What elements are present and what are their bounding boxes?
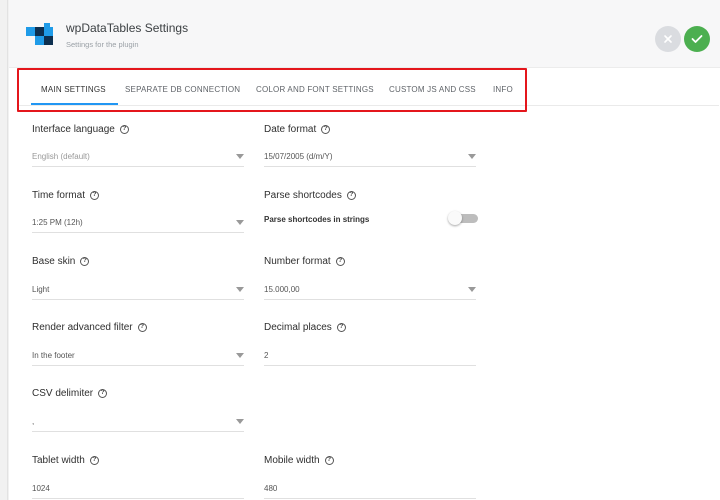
wpdatatables-logo-icon [26, 23, 60, 49]
help-icon[interactable]: ? [335, 257, 345, 266]
decimal-places-label: Decimal places? [264, 322, 346, 333]
tab-custom-js-and-css[interactable]: CUSTOM JS AND CSS [389, 70, 476, 106]
chevron-down-icon [468, 287, 476, 292]
base-skin-select[interactable]: Light [32, 280, 244, 300]
mobile-width-input[interactable]: 480 [264, 479, 476, 499]
help-icon[interactable]: ? [321, 125, 331, 134]
parse-shortcodes-toggle-label: Parse shortcodes in strings [264, 215, 370, 224]
help-icon[interactable]: ? [137, 323, 147, 332]
parse-shortcodes-toggle[interactable] [448, 211, 478, 225]
time-format-select[interactable]: 1:25 PM (12h) [32, 213, 244, 233]
help-icon[interactable]: ? [119, 125, 129, 134]
render-advanced-filter-select[interactable]: In the footer [32, 346, 244, 366]
settings-tabs: MAIN SETTINGS SEPARATE DB CONNECTION COL… [19, 70, 719, 106]
mobile-width-label: Mobile width? [264, 455, 334, 466]
tab-info[interactable]: INFO [493, 70, 513, 106]
help-icon[interactable]: ? [346, 191, 356, 200]
settings-header: wpDataTables Settings Settings for the p… [9, 0, 720, 68]
page-subtitle: Settings for the plugin [66, 40, 139, 49]
help-icon[interactable]: ? [98, 389, 108, 398]
chevron-down-icon [468, 154, 476, 159]
toggle-knob [448, 211, 462, 225]
parse-shortcodes-label: Parse shortcodes? [264, 190, 356, 201]
decimal-places-input[interactable]: 2 [264, 346, 476, 366]
tab-color-and-font-settings[interactable]: COLOR AND FONT SETTINGS [256, 70, 374, 106]
date-format-select[interactable]: 15/07/2005 (d/m/Y) [264, 147, 476, 167]
date-format-label: Date format? [264, 124, 331, 135]
base-skin-label: Base skin? [32, 256, 90, 267]
cancel-button[interactable] [655, 26, 681, 52]
help-icon[interactable]: ? [324, 456, 334, 465]
chevron-down-icon [236, 353, 244, 358]
chevron-down-icon [236, 220, 244, 225]
active-tab-indicator [31, 103, 118, 105]
csv-delimiter-label: CSV delimiter? [32, 388, 108, 399]
number-format-label: Number format? [264, 256, 345, 267]
tablet-width-label: Tablet width? [32, 455, 99, 466]
chevron-down-icon [236, 419, 244, 424]
csv-delimiter-select[interactable]: , [32, 412, 244, 432]
check-icon [691, 35, 703, 43]
close-icon [664, 35, 672, 43]
tablet-width-input[interactable]: 1024 [32, 479, 244, 499]
interface-language-label: Interface language? [32, 124, 129, 135]
tab-separate-db-connection[interactable]: SEPARATE DB CONNECTION [125, 70, 240, 106]
render-advanced-filter-label: Render advanced filter? [32, 322, 147, 333]
chevron-down-icon [236, 287, 244, 292]
help-icon[interactable]: ? [80, 257, 90, 266]
page-title: wpDataTables Settings [66, 21, 189, 35]
save-button[interactable] [684, 26, 710, 52]
help-icon[interactable]: ? [89, 456, 99, 465]
tab-main-settings[interactable]: MAIN SETTINGS [41, 70, 106, 106]
time-format-label: Time format? [32, 190, 99, 201]
help-icon[interactable]: ? [336, 323, 346, 332]
interface-language-select[interactable]: English (default) [32, 147, 244, 167]
number-format-select[interactable]: 15.000,00 [264, 280, 476, 300]
admin-sidebar-edge [0, 0, 8, 500]
chevron-down-icon [236, 154, 244, 159]
settings-card: wpDataTables Settings Settings for the p… [9, 0, 720, 500]
help-icon[interactable]: ? [89, 191, 99, 200]
